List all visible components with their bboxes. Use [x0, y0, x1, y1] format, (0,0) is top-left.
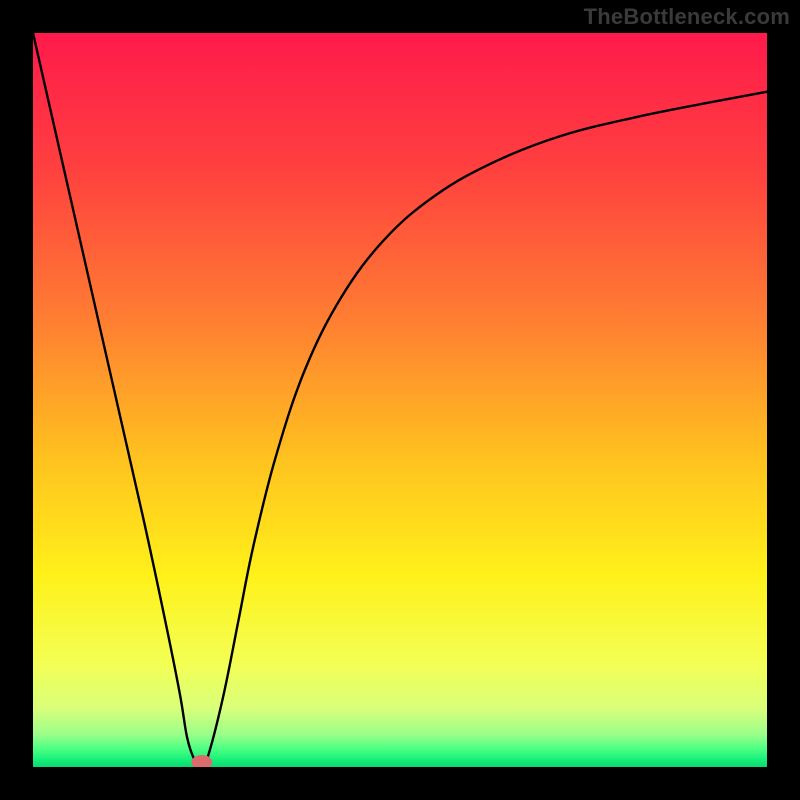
- plot-background: [33, 33, 767, 767]
- source-watermark: TheBottleneck.com: [584, 4, 790, 30]
- chart-frame: TheBottleneck.com: [0, 0, 800, 800]
- bottleneck-plot: [33, 33, 767, 767]
